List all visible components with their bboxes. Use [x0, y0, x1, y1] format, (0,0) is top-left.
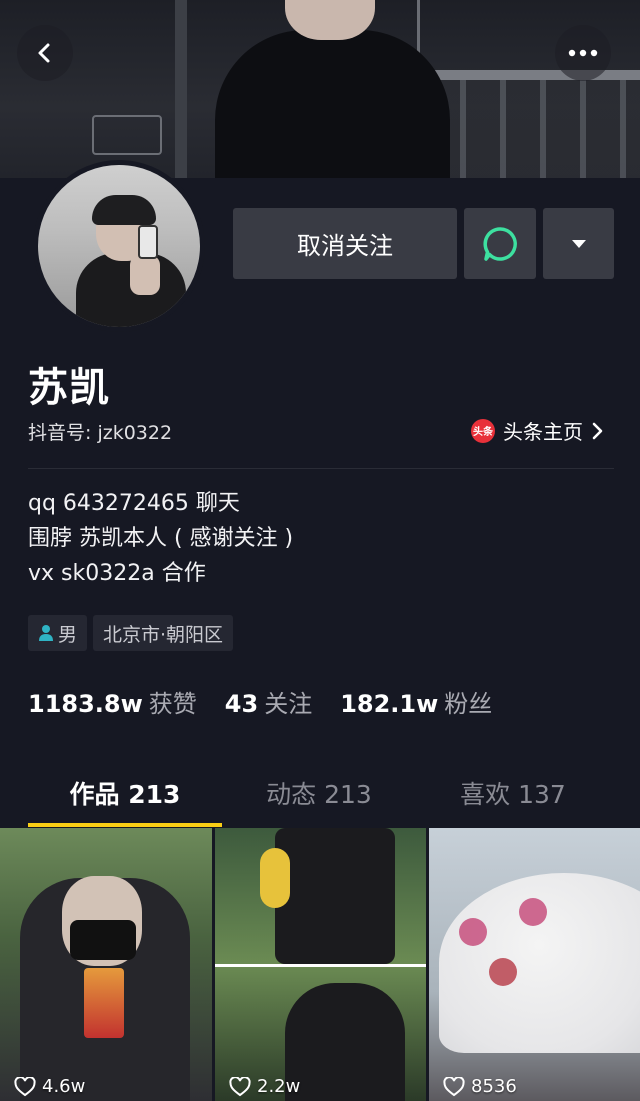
- person-icon: [39, 625, 53, 641]
- gender-label: 男: [58, 623, 78, 646]
- location-tag: 北京市·朝阳区: [93, 615, 234, 651]
- gender-tag: 男: [28, 615, 88, 651]
- profile-name: 苏凯: [28, 365, 110, 411]
- bio-line: qq 643272465 聊天: [28, 491, 240, 516]
- tab-likes[interactable]: 喜欢 137: [416, 770, 610, 826]
- tab-dynamics[interactable]: 动态 213: [222, 770, 416, 826]
- back-button[interactable]: [17, 25, 73, 81]
- toutiao-logo-icon: 头条: [471, 418, 495, 443]
- location-label: 北京市·朝阳区: [103, 623, 224, 646]
- divider: [28, 468, 614, 469]
- chevron-left-icon: [38, 43, 50, 63]
- ellipsis-icon: [568, 49, 598, 57]
- cover-image: [0, 0, 640, 178]
- stat-label: 粉丝: [444, 690, 493, 718]
- like-count: 2.2w: [229, 1076, 300, 1097]
- heart-icon: [443, 1076, 465, 1096]
- unfollow-button[interactable]: 取消关注: [233, 208, 457, 279]
- toutiao-link[interactable]: 头条 头条主页: [471, 416, 603, 445]
- content-tabs: 作品 213 动态 213 喜欢 137: [0, 770, 640, 826]
- heart-icon: [14, 1076, 36, 1096]
- stat-value: 1183.8w: [28, 690, 143, 718]
- douyin-id: 抖音号: jzk0322: [28, 422, 173, 444]
- stat-value: 182.1w: [340, 690, 439, 718]
- like-count-value: 2.2w: [257, 1076, 301, 1097]
- chat-button[interactable]: [464, 208, 536, 279]
- caret-down-icon: [571, 239, 586, 248]
- like-count: 4.6w: [14, 1076, 85, 1097]
- video-thumbnail[interactable]: 4.6w: [0, 828, 212, 1101]
- tab-works[interactable]: 作品 213: [28, 770, 222, 826]
- cover-truss: [175, 0, 187, 178]
- bio-line: 围脖 苏凯本人 ( 感谢关注 ): [28, 526, 294, 551]
- heart-icon: [229, 1076, 251, 1096]
- avatar-image: [38, 165, 200, 327]
- like-count-value: 8536: [471, 1076, 517, 1097]
- more-button[interactable]: [555, 25, 611, 81]
- cover-stage-top: [420, 70, 640, 80]
- toutiao-label: 头条主页: [503, 420, 583, 444]
- chat-bubble-icon: [483, 226, 517, 261]
- dropdown-button[interactable]: [543, 208, 614, 279]
- avatar[interactable]: [33, 160, 205, 332]
- stat-followers[interactable]: 182.1w 粉丝: [340, 684, 492, 719]
- stat-likes: 1183.8w 获赞: [28, 684, 197, 719]
- like-count-value: 4.6w: [42, 1076, 86, 1097]
- stat-following[interactable]: 43 关注: [225, 684, 312, 719]
- profile-tags: 男 北京市·朝阳区: [28, 615, 234, 651]
- chevron-right-icon: [592, 422, 603, 439]
- bio: qq 643272465 聊天 围脖 苏凯本人 ( 感谢关注 ) vx sk03…: [28, 486, 293, 591]
- video-thumbnail[interactable]: 8536: [429, 828, 640, 1101]
- bio-line: vx sk0322a 合作: [28, 561, 206, 586]
- stat-label: 获赞: [148, 690, 197, 718]
- cover-person: [215, 30, 450, 178]
- cover-stage-rail: [420, 70, 640, 178]
- stat-label: 关注: [264, 690, 313, 718]
- stats-row: 1183.8w 获赞 43 关注 182.1w 粉丝: [28, 684, 492, 719]
- video-thumbnail[interactable]: 2.2w: [215, 828, 426, 1101]
- stat-value: 43: [224, 690, 259, 718]
- like-count: 8536: [443, 1076, 517, 1097]
- video-grid: 4.6w 2.2w 8536: [0, 828, 640, 1101]
- cover-case: [92, 115, 162, 155]
- active-tab-indicator: [28, 823, 222, 827]
